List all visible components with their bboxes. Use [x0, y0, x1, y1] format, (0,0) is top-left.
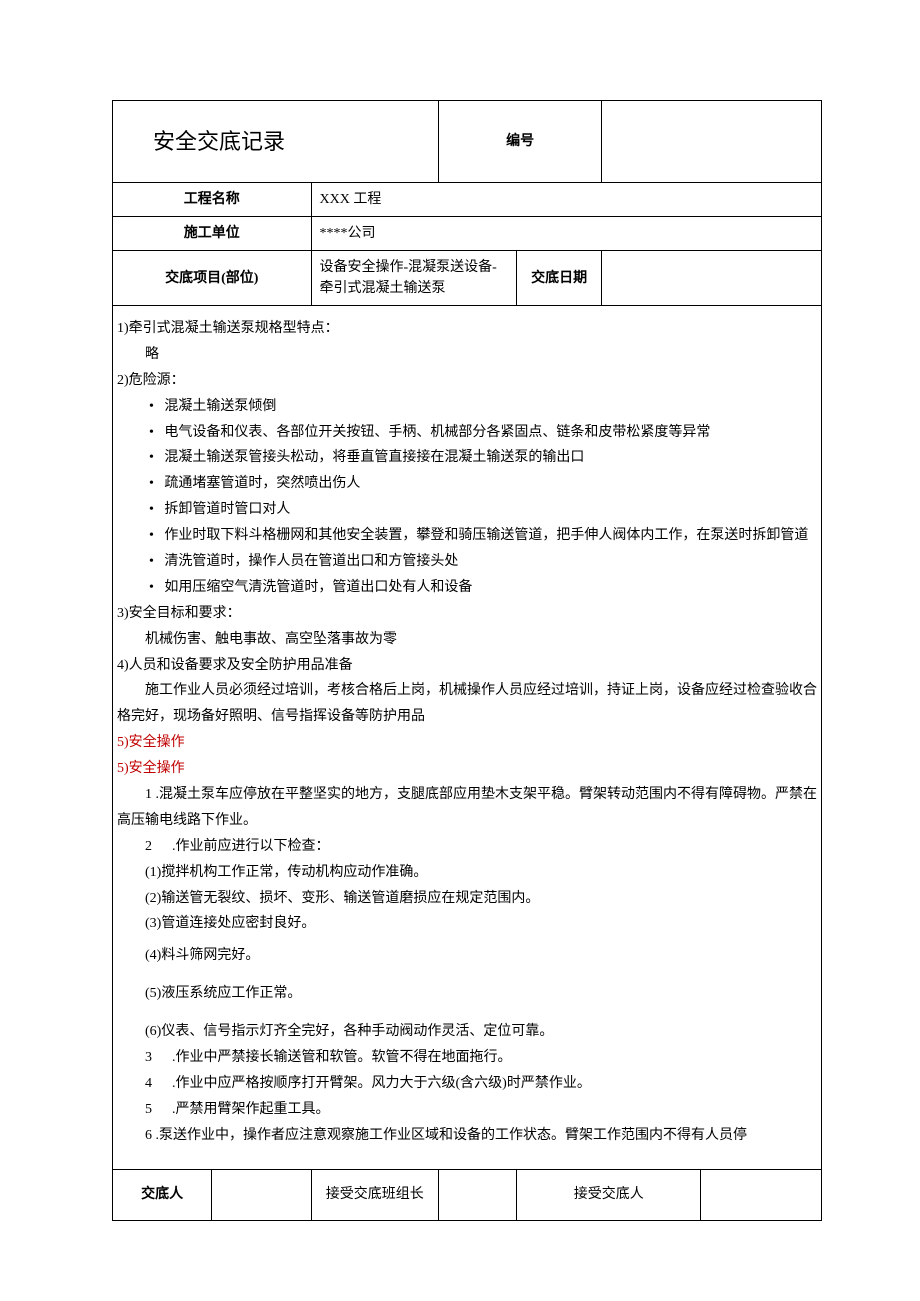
project-value[interactable]: XXX 工程 [311, 183, 822, 217]
unit-row: 施工单位 ****公司 [113, 217, 822, 251]
op-step-2-3: (3)管道连接处应密封良好。 [117, 911, 817, 937]
bullet-icon: • [149, 580, 164, 595]
hazard-item: • 混凝土输送泵倾倒 [117, 394, 817, 420]
section-5-title-b: 5)安全操作 [117, 756, 817, 782]
section-1-content: 略 [117, 342, 817, 368]
hazard-item: • 电气设备和仪表、各部位开关按钮、手柄、机械部分各紧固点、链条和皮带松紧度等异… [117, 420, 817, 446]
op-step-5: 5.严禁用臂架作起重工具。 [117, 1097, 817, 1123]
section-4-title: 4)人员和设备要求及安全防护用品准备 [117, 653, 817, 679]
date-label: 交底日期 [517, 251, 602, 306]
group-label: 接受交底班组长 [311, 1169, 439, 1220]
serial-label: 编号 [439, 101, 602, 183]
record-table: 安全交底记录 编号 工程名称 XXX 工程 施工单位 ****公司 交底项目(部… [112, 100, 822, 1221]
op-step-2-2: (2)输送管无裂纹、损坏、变形、输送管道磨损应在规定范围内。 [117, 886, 817, 912]
section-3-title: 3)安全目标和要求： [117, 601, 817, 627]
op-step-2-1: (1)搅拌机构工作正常，传动机构应动作准确。 [117, 860, 817, 886]
doc-title: 安全交底记录 [113, 101, 439, 183]
hazard-item: • 混凝土输送泵管接头松动，将垂直管直接接在混凝土输送泵的输出口 [117, 445, 817, 471]
unit-value[interactable]: ****公司 [311, 217, 822, 251]
section-4-content: 施工作业人员必须经过培训，考核合格后上岗，机械操作人员应经过培训，持证上岗，设备… [117, 678, 817, 730]
date-value[interactable] [602, 251, 822, 306]
bullet-icon: • [149, 425, 164, 440]
hazard-item: • 拆卸管道时管口对人 [117, 497, 817, 523]
hazard-item: • 作业时取下料斗格栅网和其他安全装置，攀登和骑压输送管道，把手伸人阀体内工作，… [117, 523, 817, 549]
content-row: 1)牵引式混凝土输送泵规格型特点： 略 2)危险源： • 混凝土输送泵倾倒 • … [113, 306, 822, 1170]
op-step-2-6: (6)仪表、信号指示灯齐全完好，各种手动阀动作灵活、定位可靠。 [117, 1013, 817, 1045]
serial-value[interactable] [602, 101, 822, 183]
section-3-content: 机械伤害、触电事故、高空坠落事故为零 [117, 627, 817, 653]
op-step-3: 3.作业中严禁接长输送管和软管。软管不得在地面拖行。 [117, 1045, 817, 1071]
item-row: 交底项目(部位) 设备安全操作-混凝泵送设备-牵引式混凝土输送泵 交底日期 [113, 251, 822, 306]
bullet-icon: • [149, 502, 164, 517]
bullet-icon: • [149, 554, 164, 569]
section-2-title: 2)危险源： [117, 368, 817, 394]
sender-value[interactable] [212, 1169, 311, 1220]
op-step-1: 1 .混凝土泵车应停放在平整坚实的地方，支腿底部应用垫木支架平稳。臂架转动范围内… [117, 782, 817, 834]
hazard-item: • 疏通堵塞管道时，突然喷出伤人 [117, 471, 817, 497]
sender-label: 交底人 [113, 1169, 212, 1220]
item-label: 交底项目(部位) [113, 251, 312, 306]
section-1-title: 1)牵引式混凝土输送泵规格型特点： [117, 316, 817, 342]
content-body: 1)牵引式混凝土输送泵规格型特点： 略 2)危险源： • 混凝土输送泵倾倒 • … [117, 316, 817, 1149]
section-5-title-a: 5)安全操作 [117, 730, 817, 756]
bullet-icon: • [149, 528, 164, 543]
op-step-2-5: (5)液压系统应工作正常。 [117, 975, 817, 1013]
receiver-value[interactable] [701, 1169, 822, 1220]
signature-row: 交底人 接受交底班组长 接受交底人 [113, 1169, 822, 1220]
op-step-2: 2.作业前应进行以下检查： [117, 834, 817, 860]
bullet-icon: • [149, 450, 164, 465]
item-value[interactable]: 设备安全操作-混凝泵送设备-牵引式混凝土输送泵 [311, 251, 517, 306]
unit-label: 施工单位 [113, 217, 312, 251]
op-step-4: 4.作业中应严格按顺序打开臂架。风力大于六级(含六级)时严禁作业。 [117, 1071, 817, 1097]
hazard-item: • 如用压缩空气清洗管道时，管道出口处有人和设备 [117, 575, 817, 601]
op-step-2-4: (4)料斗筛网完好。 [117, 937, 817, 975]
project-label: 工程名称 [113, 183, 312, 217]
project-row: 工程名称 XXX 工程 [113, 183, 822, 217]
header-row: 安全交底记录 编号 [113, 101, 822, 183]
bullet-icon: • [149, 476, 164, 491]
op-step-6: 6 .泵送作业中，操作者应注意观察施工作业区域和设备的工作状态。臂架工作范围内不… [117, 1123, 817, 1149]
bullet-icon: • [149, 399, 164, 414]
group-value[interactable] [439, 1169, 517, 1220]
receiver-label: 接受交底人 [517, 1169, 701, 1220]
hazard-item: • 清洗管道时，操作人员在管道出口和方管接头处 [117, 549, 817, 575]
